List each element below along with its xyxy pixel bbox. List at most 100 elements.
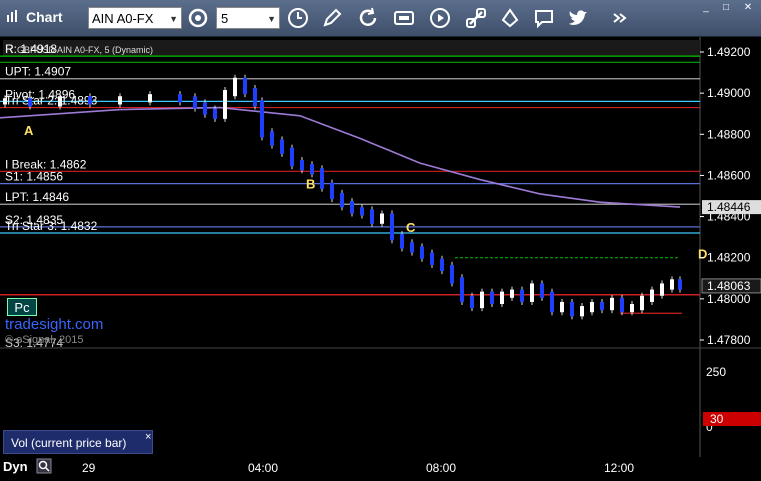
watermark: tradesight.com (5, 316, 103, 333)
time-label-29: 29 (82, 461, 96, 475)
get-icon (394, 11, 414, 25)
overflow-icon (613, 13, 627, 23)
twitter-button[interactable] (566, 6, 590, 30)
candle-body (390, 213, 394, 241)
price-tick-label: 1.48800 (707, 127, 751, 141)
volume-axis-250: 250 (706, 365, 726, 379)
candle-body (590, 301, 594, 313)
marker-letter-c: C (406, 220, 416, 235)
candle-body (550, 291, 554, 313)
marker-letter-d: D (698, 247, 707, 262)
minimize-button[interactable]: _ (696, 1, 716, 15)
pivot-label: S1: 1.4856 (5, 170, 63, 184)
candle-body (290, 147, 294, 167)
last-price-label: 1.48063 (707, 279, 751, 293)
candle-body (460, 277, 464, 302)
candle-body (380, 213, 384, 224)
pivot-label: UPT: 1.4907 (5, 65, 71, 79)
overflow-button[interactable] (608, 6, 632, 30)
window-title: Chart (26, 9, 63, 25)
candle-body (243, 77, 247, 95)
price-tick-label: 1.47800 (707, 333, 751, 347)
candle-body (450, 264, 454, 284)
candle-body (270, 131, 274, 146)
chart-app-icon (7, 10, 17, 22)
price-chart[interactable]: R GBPUSD AIN A0-FX, 5 (Dynamic) R: 1.491… (0, 37, 761, 457)
gear-icon (188, 8, 208, 28)
candle-body (370, 209, 374, 224)
chat-button[interactable] (532, 6, 556, 30)
candle-body (233, 77, 237, 97)
refresh-icon (359, 7, 377, 26)
candle-body (330, 182, 334, 200)
candle-body (490, 291, 494, 304)
price-tick-label: 1.48600 (707, 168, 751, 182)
candle-body (580, 306, 584, 317)
candle-body (193, 96, 197, 109)
candle-body (260, 100, 264, 138)
time-axis (0, 457, 761, 481)
dyn-label[interactable]: Dyn (3, 459, 28, 474)
price-tick-label: 1.48000 (707, 292, 751, 306)
time-label-1200: 12:00 (604, 461, 635, 475)
candle-body (148, 94, 152, 103)
candle-body (570, 301, 574, 317)
time-label-0400: 04:00 (248, 461, 279, 475)
candle-body (660, 283, 664, 296)
marker-letter-a: A (24, 123, 34, 138)
zoom-icon[interactable] (36, 458, 52, 474)
candle-body (360, 207, 364, 216)
candle-body (620, 297, 624, 313)
symbol-value: AIN A0-FX (92, 11, 154, 26)
time-label-0800: 08:00 (426, 461, 457, 475)
candle-body (280, 139, 284, 154)
chevron-down-icon[interactable]: ▼ (169, 8, 178, 30)
candle-body (310, 164, 314, 175)
clock-button[interactable] (286, 6, 310, 30)
link-button[interactable] (464, 6, 488, 30)
pivot-label: R: 1.4918 (5, 42, 57, 56)
close-icon[interactable]: × (145, 431, 151, 443)
candle-body (420, 246, 424, 259)
chevron-down-icon[interactable]: ▼ (267, 8, 276, 30)
candle-body (480, 291, 484, 309)
interval-input[interactable]: 5 ▼ (216, 7, 280, 29)
marker-letter-b: B (306, 177, 315, 192)
candle-body (178, 94, 182, 103)
candle-body (213, 108, 217, 119)
candle-body (88, 96, 92, 105)
interval-settings-button[interactable] (186, 6, 210, 30)
candle-body (670, 279, 674, 290)
get-button[interactable] (392, 6, 416, 30)
candle-body (440, 258, 444, 272)
candle-body (203, 102, 207, 115)
candle-body (600, 301, 604, 311)
volume-tab[interactable]: Vol (current price bar) (3, 430, 153, 454)
candle-body (320, 168, 324, 189)
candle-body (610, 297, 614, 311)
ma-price-label: 1.48446 (707, 200, 751, 214)
price-tick-label: 1.49000 (707, 86, 751, 100)
candle-body (510, 289, 514, 298)
candle-body (430, 252, 434, 265)
rotate-button[interactable] (498, 6, 522, 30)
refresh-button[interactable] (356, 6, 380, 30)
candle-body (640, 295, 644, 311)
price-tick-label: 1.49200 (707, 45, 751, 59)
chat-icon (535, 10, 553, 29)
candle-body (300, 160, 304, 171)
candle-body (560, 301, 564, 313)
draw-button[interactable] (320, 6, 344, 30)
candle-body (540, 283, 544, 298)
pc-button[interactable]: Pc (7, 298, 37, 316)
close-button[interactable]: ✕ (738, 1, 758, 15)
rotate-icon (501, 8, 519, 28)
candle-body (340, 192, 344, 208)
candle-body (470, 295, 474, 309)
candle-body (350, 201, 354, 214)
pivot-label: Tri Star 3: 1.4832 (5, 219, 98, 233)
symbol-input[interactable]: AIN A0-FX ▼ (88, 7, 182, 29)
candle-body (253, 88, 257, 107)
play-button[interactable] (428, 6, 452, 30)
maximize-button[interactable]: □ (716, 1, 736, 15)
